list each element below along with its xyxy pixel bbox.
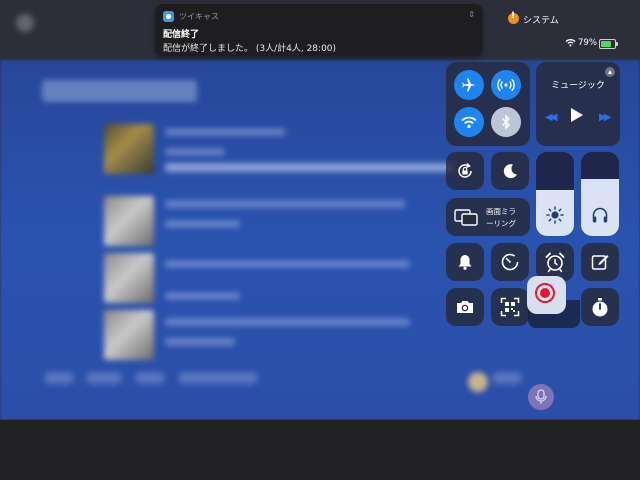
wifi-toggle[interactable] <box>454 107 484 137</box>
next-track-icon[interactable]: ▶▶ <box>599 112 612 123</box>
list-item-text <box>165 338 235 346</box>
cellular-icon <box>497 78 515 92</box>
expand-chevron-icon[interactable]: ⇕ <box>468 10 475 19</box>
bluetooth-icon <box>502 114 510 130</box>
qr-scanner-button[interactable] <box>491 288 529 326</box>
list-item-text <box>165 200 405 208</box>
play-icon[interactable] <box>571 108 583 122</box>
wifi-status-icon <box>565 39 576 47</box>
system-alert-icon <box>508 11 519 24</box>
rotation-lock-button[interactable] <box>446 152 484 190</box>
screen-record-button[interactable] <box>527 276 566 314</box>
brightness-icon <box>546 206 564 224</box>
screen-mirroring-label-line1: 画面ミラ <box>486 207 516 216</box>
record-icon <box>540 288 550 298</box>
bell-icon <box>458 255 472 270</box>
progress-bar <box>165 163 455 172</box>
notification-body: 配信が終了しました。 (3人/計4人, 28:00) <box>163 44 337 54</box>
notification-app-name: ツイキャス <box>179 12 219 21</box>
screen-mirroring-button[interactable]: 画面ミラ ーリング <box>446 198 530 236</box>
list-item-text <box>165 148 225 156</box>
avatar <box>468 372 488 392</box>
mic-button <box>528 384 554 410</box>
brightness-slider[interactable] <box>536 152 574 236</box>
stopwatch-icon <box>592 298 608 317</box>
bottom-tab <box>178 372 258 384</box>
settings-icon <box>16 14 34 32</box>
bottom-tab <box>492 372 522 384</box>
timer-button[interactable] <box>491 243 529 281</box>
notification-banner[interactable]: ツイキャス ⇕ 配信終了 配信が終了しました。 (3人/計4人, 28:00) <box>155 4 483 56</box>
bottom-tab <box>86 372 122 384</box>
list-item-text <box>165 292 240 300</box>
notification-title: 配信終了 <box>163 30 200 40</box>
screen-mirroring-label: 画面ミラ ーリング <box>486 206 516 230</box>
list-item-text <box>165 220 240 228</box>
alarm-icon <box>545 252 565 273</box>
bottom-tab <box>44 372 74 384</box>
qr-scan-icon <box>500 297 520 317</box>
list-item-thumbnail <box>104 253 154 303</box>
timer-icon <box>501 253 519 271</box>
stopwatch-button[interactable] <box>581 288 619 326</box>
airplay-icon[interactable] <box>605 67 615 77</box>
mirroring-icon <box>454 209 478 226</box>
list-item-text <box>165 318 410 326</box>
previous-track-icon[interactable]: ◀◀ <box>545 112 558 123</box>
list-item-thumbnail <box>104 310 154 360</box>
camera-button[interactable] <box>446 288 484 326</box>
bluetooth-toggle[interactable] <box>491 107 521 137</box>
list-item-thumbnail <box>104 124 154 174</box>
connectivity-module <box>446 62 530 146</box>
list-item-thumbnail <box>104 196 154 246</box>
volume-slider[interactable] <box>581 152 619 236</box>
note-icon <box>591 255 609 270</box>
airplane-mode-toggle[interactable] <box>454 70 484 100</box>
battery-percent: 79% <box>578 38 597 48</box>
do-not-disturb-button[interactable] <box>491 152 529 190</box>
moon-icon <box>503 164 517 179</box>
list-item-text <box>165 260 410 268</box>
mic-icon <box>535 389 547 404</box>
background-footer <box>0 420 640 480</box>
notes-button[interactable] <box>581 243 619 281</box>
silent-mode-button[interactable] <box>446 243 484 281</box>
system-label: システム <box>523 16 559 26</box>
airplane-icon <box>462 78 476 92</box>
headphones-icon <box>592 207 608 223</box>
bottom-tab <box>135 372 165 384</box>
battery-icon <box>599 39 618 49</box>
rotation-lock-icon <box>458 162 472 178</box>
background-title <box>42 80 197 102</box>
screen-mirroring-label-line2: ーリング <box>486 219 516 228</box>
cellular-toggle[interactable] <box>491 70 521 100</box>
twitcasting-app-icon <box>163 11 174 22</box>
music-title: ミュージック <box>551 81 605 91</box>
music-module[interactable]: ミュージック ◀◀ ▶▶ <box>536 62 620 146</box>
list-item-text <box>165 128 285 136</box>
wifi-icon <box>461 116 477 128</box>
camera-icon <box>457 301 473 313</box>
